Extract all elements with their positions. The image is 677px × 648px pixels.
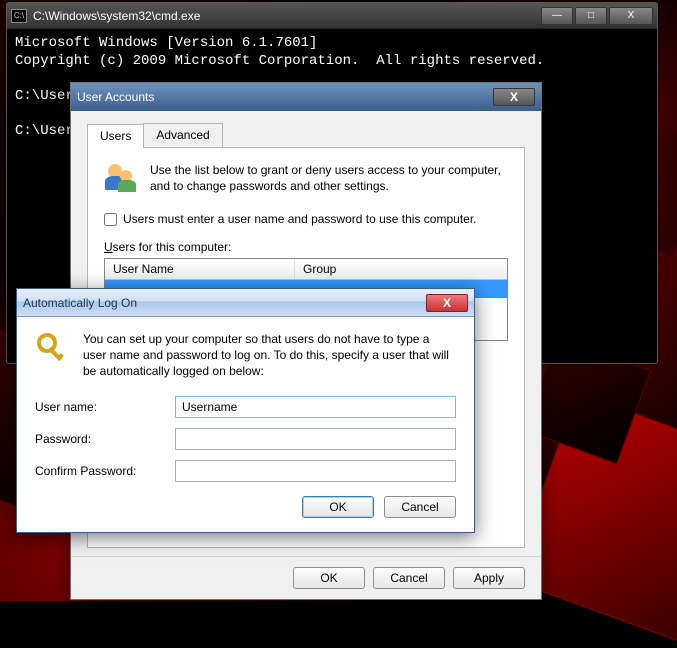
column-username[interactable]: User Name [105, 259, 295, 279]
maximize-button[interactable]: □ [575, 7, 607, 25]
close-button[interactable]: X [493, 88, 535, 106]
username-input[interactable] [175, 396, 456, 418]
intro-text: Use the list below to grant or deny user… [150, 162, 508, 198]
cmd-titlebar[interactable]: C:\ C:\Windows\system32\cmd.exe — □ X [7, 3, 657, 29]
key-icon [35, 331, 71, 367]
username-label: User name: [35, 400, 175, 414]
ok-button[interactable]: OK [302, 496, 374, 518]
auto-logon-title: Automatically Log On [23, 296, 426, 310]
cancel-button[interactable]: Cancel [373, 567, 445, 589]
dialog-buttons: OK Cancel Apply [71, 556, 541, 599]
user-accounts-titlebar[interactable]: User Accounts X [71, 83, 541, 111]
cmd-icon: C:\ [11, 9, 27, 23]
require-password-label: Users must enter a user name and passwor… [123, 212, 477, 226]
require-password-checkbox[interactable] [104, 213, 117, 226]
users-list-label: UUsers for this computer:sers for this c… [104, 240, 508, 254]
tab-users[interactable]: Users [87, 124, 144, 148]
ok-button[interactable]: OK [293, 567, 365, 589]
close-button[interactable]: X [426, 294, 468, 312]
confirm-password-input[interactable] [175, 460, 456, 482]
password-input[interactable] [175, 428, 456, 450]
cancel-button[interactable]: Cancel [384, 496, 456, 518]
minimize-button[interactable]: — [541, 7, 573, 25]
users-icon [104, 162, 140, 198]
user-accounts-title: User Accounts [77, 90, 493, 104]
tab-advanced[interactable]: Advanced [143, 123, 222, 147]
confirm-password-label: Confirm Password: [35, 464, 175, 478]
password-label: Password: [35, 432, 175, 446]
cmd-title-text: C:\Windows\system32\cmd.exe [33, 9, 539, 23]
auto-logon-intro: You can set up your computer so that use… [83, 331, 456, 380]
auto-logon-titlebar[interactable]: Automatically Log On X [17, 289, 474, 317]
tabs: Users Advanced [87, 123, 525, 148]
auto-logon-dialog: Automatically Log On X You can set up yo… [16, 288, 475, 533]
apply-button[interactable]: Apply [453, 567, 525, 589]
column-group[interactable]: Group [295, 259, 507, 279]
close-button[interactable]: X [609, 7, 653, 25]
